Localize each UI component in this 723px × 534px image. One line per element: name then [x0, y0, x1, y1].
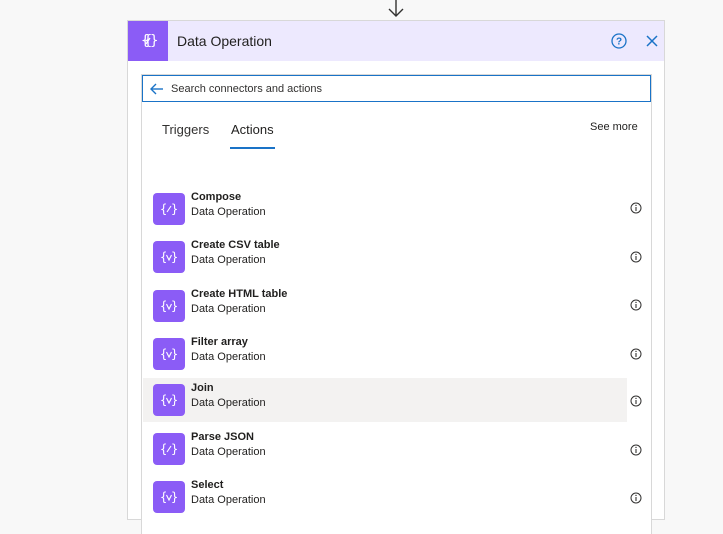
svg-text:}: } [150, 33, 158, 49]
search-box [142, 75, 651, 102]
action-name: Compose [191, 191, 242, 203]
action-name: Create HTML table [191, 288, 288, 300]
action-name: Create CSV table [191, 239, 280, 251]
svg-text:}: } [171, 250, 178, 264]
info-icon[interactable] [630, 299, 642, 311]
data-filter-icon: {} [153, 338, 185, 370]
search-input[interactable] [171, 82, 631, 95]
action-item-create-html-table[interactable]: {} Create HTML table Data Operation [143, 284, 627, 328]
card-header: { { } Data Operation ? [128, 21, 664, 61]
svg-text:}: } [171, 393, 178, 407]
svg-text:}: } [171, 490, 178, 504]
svg-text:}: } [171, 347, 178, 361]
see-more-link[interactable]: See more [590, 121, 638, 133]
info-icon[interactable] [630, 202, 642, 214]
active-tab-indicator [230, 147, 275, 149]
action-subtitle: Data Operation [191, 351, 266, 363]
data-filter-icon: {} [153, 241, 185, 273]
data-filter-icon: {} [153, 481, 185, 513]
svg-text:}: } [171, 202, 178, 216]
action-picker-panel: Triggers Actions See more {} Compose Dat… [141, 74, 652, 534]
action-item-parse-json[interactable]: {} Parse JSON Data Operation [143, 427, 627, 471]
info-icon[interactable] [630, 251, 642, 263]
data-operation-icon: { { } [128, 21, 168, 61]
svg-text:{: { [160, 299, 167, 313]
action-name: Select [191, 479, 224, 491]
back-arrow-icon[interactable] [149, 81, 165, 97]
action-subtitle: Data Operation [191, 397, 266, 409]
svg-text:{: { [160, 393, 167, 407]
action-item-filter-array[interactable]: {} Filter array Data Operation [143, 332, 627, 376]
action-subtitle: Data Operation [191, 303, 266, 315]
action-item-select[interactable]: {} Select Data Operation [143, 475, 627, 519]
action-item-compose[interactable]: {} Compose Data Operation [143, 187, 627, 231]
compose-icon: {} [153, 433, 185, 465]
action-subtitle: Data Operation [191, 254, 266, 266]
svg-text:{: { [160, 347, 167, 361]
data-filter-icon: {} [153, 384, 185, 416]
svg-text:?: ? [616, 37, 622, 48]
down-arrow-icon [388, 0, 404, 17]
info-icon[interactable] [630, 492, 642, 504]
action-subtitle: Data Operation [191, 446, 266, 458]
help-icon[interactable]: ? [610, 32, 628, 50]
info-icon[interactable] [630, 444, 642, 456]
info-icon[interactable] [630, 395, 642, 407]
svg-text:{: { [160, 250, 167, 264]
svg-text:{: { [160, 442, 167, 456]
close-icon[interactable] [644, 33, 660, 49]
card-title: Data Operation [177, 33, 272, 49]
compose-icon: {} [153, 193, 185, 225]
action-name: Filter array [191, 336, 248, 348]
svg-text:{: { [160, 490, 167, 504]
svg-text:}: } [171, 442, 178, 456]
action-name: Join [191, 382, 214, 394]
action-subtitle: Data Operation [191, 206, 266, 218]
tab-triggers[interactable]: Triggers [162, 122, 209, 137]
action-item-create-csv-table[interactable]: {} Create CSV table Data Operation [143, 235, 627, 279]
svg-text:{: { [160, 202, 167, 216]
action-item-join[interactable]: {} Join Data Operation [143, 378, 627, 422]
info-icon[interactable] [630, 348, 642, 360]
tab-actions[interactable]: Actions [231, 122, 274, 137]
svg-text:}: } [171, 299, 178, 313]
action-subtitle: Data Operation [191, 494, 266, 506]
data-filter-icon: {} [153, 290, 185, 322]
action-name: Parse JSON [191, 431, 254, 443]
data-operation-card: { { } Data Operation ? Triggers Actions [127, 20, 665, 534]
